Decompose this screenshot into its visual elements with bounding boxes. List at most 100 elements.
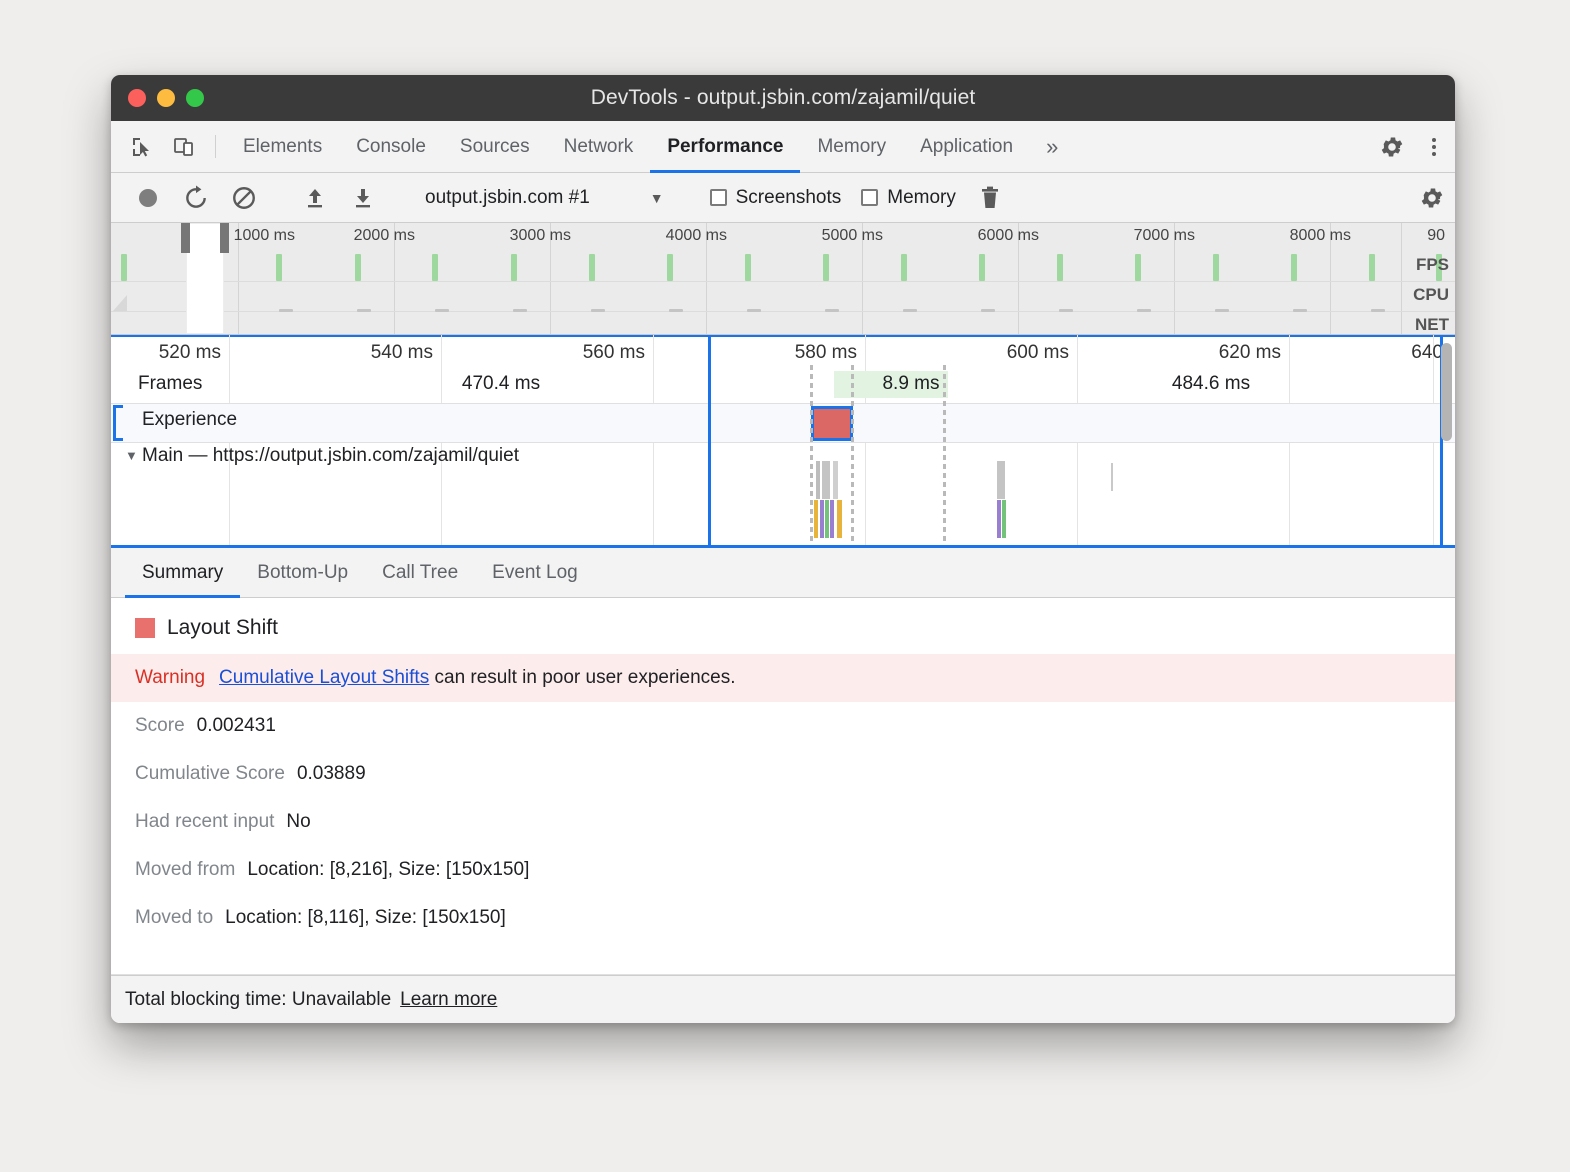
overview-gridlines xyxy=(111,223,1455,334)
frame-duration[interactable]: 8.9 ms xyxy=(851,373,971,395)
row-value: No xyxy=(286,811,310,833)
summary-row-moved-from: Moved from Location: [8,216], Size: [150… xyxy=(111,846,1455,894)
summary-row-moved-to: Moved to Location: [8,116], Size: [150x1… xyxy=(111,894,1455,942)
summary-spacer xyxy=(111,936,1455,974)
overview-tick: 2000 ms xyxy=(354,227,421,245)
summary-bottom-divider xyxy=(111,974,1455,975)
screenshots-checkbox[interactable]: Screenshots xyxy=(701,187,851,209)
perf-toolbar-right xyxy=(1388,178,1455,218)
warning-rest-text: can result in poor user experiences. xyxy=(435,667,736,688)
overview-tick: 4000 ms xyxy=(666,227,733,245)
warning-text: Cumulative Layout Shifts can result in p… xyxy=(219,667,735,689)
tab-label: Sources xyxy=(460,136,530,158)
main-track-label: Main — https://output.jsbin.com/zajamil/… xyxy=(142,445,519,467)
tab-label: Elements xyxy=(243,136,322,158)
frame-duration[interactable]: 484.6 ms xyxy=(1111,373,1311,395)
experience-track-row[interactable] xyxy=(111,404,1455,442)
overview-tick: 8000 ms xyxy=(1290,227,1357,245)
save-profile-button[interactable] xyxy=(340,178,386,218)
row-value: 0.03889 xyxy=(297,763,366,785)
tab-label: Memory xyxy=(817,136,886,158)
screenshots-label: Screenshots xyxy=(736,187,842,209)
flamechart-tick: 560 ms xyxy=(583,342,653,364)
tab-memory[interactable]: Memory xyxy=(800,121,903,172)
frame-duration[interactable]: 470.4 ms xyxy=(401,373,601,395)
row-key: Had recent input xyxy=(135,811,274,833)
row-key: Moved to xyxy=(135,907,213,929)
flamechart-tick: 620 ms xyxy=(1219,342,1289,364)
device-toolbar-icon[interactable] xyxy=(163,121,205,172)
tab-overflow-chevron-icon[interactable]: » xyxy=(1030,121,1074,172)
cumulative-layout-shifts-link[interactable]: Cumulative Layout Shifts xyxy=(219,667,429,688)
layout-shift-event[interactable] xyxy=(811,406,853,441)
summary-event-title: Layout Shift xyxy=(167,616,278,640)
reload-and-record-button[interactable] xyxy=(173,178,219,218)
detail-tab-label: Summary xyxy=(142,562,223,584)
selection-edge-left[interactable] xyxy=(708,335,711,545)
detail-tab-label: Event Log xyxy=(492,562,578,584)
flamechart-top-border xyxy=(111,335,1455,337)
flamechart-panel[interactable]: 520 ms 540 ms 560 ms 580 ms 600 ms 620 m… xyxy=(111,335,1455,548)
detail-tab-label: Bottom-Up xyxy=(257,562,348,584)
tab-event-log[interactable]: Event Log xyxy=(475,548,595,597)
screenshot-root: DevTools - output.jsbin.com/zajamil/quie… xyxy=(0,0,1570,1172)
recording-session-select[interactable]: output.jsbin.com #1 xyxy=(411,187,602,209)
detail-tabstrip: Summary Bottom-Up Call Tree Event Log xyxy=(111,548,1455,598)
total-blocking-time-text: Total blocking time: Unavailable xyxy=(125,989,391,1011)
main-track-collapse-caret-icon[interactable]: ▼ xyxy=(125,448,138,463)
load-profile-button[interactable] xyxy=(292,178,338,218)
tab-elements[interactable]: Elements xyxy=(226,121,339,172)
overview-tick: 1000 ms xyxy=(234,227,301,245)
capture-settings-gear-icon[interactable] xyxy=(1409,178,1455,218)
window-title: DevTools - output.jsbin.com/zajamil/quie… xyxy=(111,86,1455,110)
tabstrip-divider xyxy=(215,135,216,158)
time-marker-dashed xyxy=(943,365,946,545)
tab-sources[interactable]: Sources xyxy=(443,121,547,172)
flamechart-scrollbar-thumb[interactable] xyxy=(1441,343,1452,441)
more-vertical-icon[interactable] xyxy=(1413,136,1455,158)
summary-panel: Layout Shift Warning Cumulative Layout S… xyxy=(111,598,1455,975)
memory-checkbox[interactable]: Memory xyxy=(852,187,965,209)
layout-shift-swatch-icon xyxy=(135,618,155,638)
time-marker-dashed xyxy=(810,365,813,545)
row-value: Location: [8,216], Size: [150x150] xyxy=(247,859,529,881)
warning-label: Warning xyxy=(135,667,205,689)
overview-window-handle-right[interactable] xyxy=(220,223,229,253)
flamechart-tick: 580 ms xyxy=(795,342,865,364)
learn-more-link[interactable]: Learn more xyxy=(400,989,497,1011)
memory-label: Memory xyxy=(887,187,956,209)
record-button[interactable] xyxy=(125,178,171,218)
tab-application[interactable]: Application xyxy=(903,121,1030,172)
frames-track-label: Frames xyxy=(138,373,202,395)
window-titlebar: DevTools - output.jsbin.com/zajamil/quie… xyxy=(111,75,1455,121)
tabstrip-right-actions xyxy=(1350,121,1455,172)
summary-row-cumulative-score: Cumulative Score 0.03889 xyxy=(111,750,1455,798)
timeline-overview[interactable]: 1000 ms 2000 ms 3000 ms 4000 ms 5000 ms … xyxy=(111,223,1455,335)
summary-header: Layout Shift xyxy=(111,598,1455,654)
tab-network[interactable]: Network xyxy=(547,121,651,172)
trash-icon[interactable] xyxy=(967,178,1013,218)
row-key: Score xyxy=(135,715,185,737)
clear-recording-button[interactable] xyxy=(221,178,267,218)
warning-banner: Warning Cumulative Layout Shifts can res… xyxy=(111,654,1455,702)
tab-call-tree[interactable]: Call Tree xyxy=(365,548,475,597)
inspect-element-icon[interactable] xyxy=(121,121,163,172)
row-value: 0.002431 xyxy=(197,715,276,737)
overview-selection-window[interactable] xyxy=(186,223,224,334)
screenshots-checkbox-box[interactable] xyxy=(710,189,727,206)
tab-summary[interactable]: Summary xyxy=(125,548,240,597)
summary-row-had-recent-input: Had recent input No xyxy=(111,798,1455,846)
tab-bottom-up[interactable]: Bottom-Up xyxy=(240,548,365,597)
experience-track-bracket xyxy=(113,405,123,441)
flamechart-tick: 520 ms xyxy=(159,342,229,364)
overview-row-label-net: NET xyxy=(1415,315,1449,335)
chevron-down-icon[interactable]: ▼ xyxy=(604,190,676,206)
tab-console[interactable]: Console xyxy=(339,121,443,172)
row-value: Location: [8,116], Size: [150x150] xyxy=(225,907,506,929)
devtools-window: DevTools - output.jsbin.com/zajamil/quie… xyxy=(111,75,1455,1023)
devtools-tabstrip: Elements Console Sources Network Perform… xyxy=(111,121,1455,173)
tab-performance[interactable]: Performance xyxy=(650,121,800,172)
overview-window-handle-left[interactable] xyxy=(181,223,190,253)
settings-gear-icon[interactable] xyxy=(1371,134,1413,160)
memory-checkbox-box[interactable] xyxy=(861,189,878,206)
